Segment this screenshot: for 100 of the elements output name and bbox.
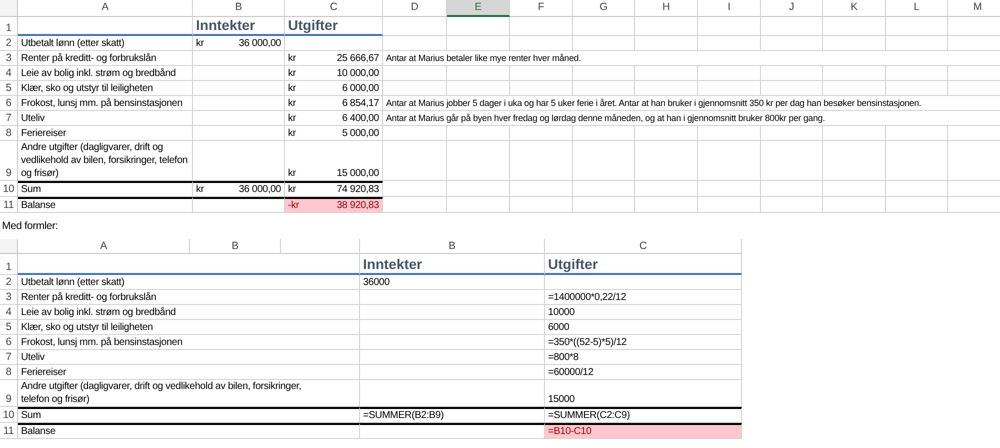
table-cell [698,141,761,181]
column-header[interactable]: C [285,0,383,17]
column-header[interactable]: A [18,239,190,254]
note-text: Antar at Marius går på byen hver fredag og lørdag denne måneden, og at han i gjennomsnitt bruker 800kr per gang. [386,112,825,125]
table-cell [635,181,698,197]
table-cell [447,17,510,36]
row-label: Utbetalt lønn (etter skatt) [21,276,124,289]
column-header[interactable]: B [193,0,285,17]
amount: 15 000,00 [336,167,379,180]
row-label: Feriereiser [21,127,66,140]
table-cell [886,17,948,36]
table-cell [823,141,886,181]
table-cell [761,141,823,181]
amount: 36 000,00 [238,183,281,196]
column-header[interactable]: M [948,0,1000,17]
amount: 6 400,00 [342,112,379,125]
table-cell [573,181,635,197]
row-label: Renter på kreditt- og forbrukslån [21,52,156,65]
row-label: Andre utgifter (dagligvarer, drift og vedlikehold av bilen, forsikringer, telefon og frisør) [21,141,189,180]
table-cell [886,181,948,197]
table-cell [447,141,510,181]
table-cell [447,181,510,197]
column-heading: Inntekter [363,256,422,273]
column-header[interactable]: J [761,0,823,17]
formula-text: 36000 [363,276,390,289]
select-all-corner[interactable] [0,0,18,17]
currency-unit: kr [288,112,296,125]
formula-text: =1400000*0,22/12 [548,291,626,304]
column-header[interactable]: H [635,0,698,17]
row-label: Leie av bolig inkl. strøm og bredbånd [21,67,176,80]
table-cell [510,197,573,213]
row-label: Uteliv [21,112,45,125]
table-cell [510,17,573,36]
currency-unit: -kr [288,199,299,212]
column-header[interactable]: E [447,0,510,17]
table-cell [573,197,635,213]
amount: 6 000,00 [342,82,379,95]
amount: 25 666,67 [336,52,379,65]
formula-text: =B10-C10 [548,425,592,438]
row-label: Klær, sko og utstyr til leiligheten [21,321,153,334]
row-label: Sum [21,409,41,422]
column-header[interactable] [281,239,360,254]
column-header[interactable]: I [698,0,761,17]
column-header[interactable]: K [823,0,886,17]
row-label: Frokost, lunsj mm. på bensinstasjonen [21,336,182,349]
formula-text: =60000/12 [548,366,594,379]
column-header[interactable]: F [510,0,573,17]
currency-unit: kr [288,97,296,110]
table-cell [383,197,447,213]
formula-text: 10000 [548,306,575,319]
currency-unit: kr [288,167,296,180]
formula-text: 6000 [548,321,570,334]
table-cell [698,197,761,213]
amount: 6 854,17 [342,97,379,110]
column-header[interactable]: B [190,239,281,254]
row-label: Andre utgifter (dagligvarer, drift og vedlikehold av bilen, forsikringer, telefon og frisør) [21,380,302,406]
table-cell [635,197,698,213]
table-cell [635,141,698,181]
column-header[interactable]: G [573,0,635,17]
note-text: Antar at Marius betaler like mye renter hver måned. [386,52,581,65]
table-cell [573,17,635,36]
table-cell [823,17,886,36]
row-label: Frokost, lunsj mm. på bensinstasjonen [21,97,182,110]
column-heading: Utgifter [548,256,598,273]
currency-unit: kr [196,183,204,196]
table-cell [761,17,823,36]
table-cell [698,17,761,36]
column-header[interactable]: L [886,0,948,17]
formula-text: =350*((52-5)*5)/12 [548,336,627,349]
amount: 10 000,00 [336,67,379,80]
table-cell [635,17,698,36]
column-heading: Inntekter [196,17,256,34]
table-cell [823,181,886,197]
amount: 74 920,83 [336,183,379,196]
table-cell [886,197,948,213]
amount: 5 000,00 [342,127,379,140]
table-cell [761,197,823,213]
formula-text: =800*8 [548,351,578,364]
select-all-corner[interactable] [0,239,18,254]
column-heading: Utgifter [288,17,338,34]
formula-text: 15000 [548,393,575,406]
row-label: Utbetalt lønn (etter skatt) [21,37,124,50]
formula-text: =SUMMER(B2:B9) [363,409,444,422]
row-label: Sum [21,183,41,196]
table-cell [573,141,635,181]
currency-unit: kr [288,127,296,140]
currency-unit: kr [288,82,296,95]
column-header[interactable]: C [545,239,742,254]
column-header[interactable]: A [18,0,193,17]
column-header[interactable]: D [383,0,447,17]
amount: 38 920,83 [336,199,379,212]
caption: Med formler: [1,219,59,234]
row-label: Renter på kreditt- og forbrukslån [21,291,156,304]
row-label: Balanse [21,199,56,212]
currency-unit: kr [288,183,296,196]
table-cell [698,181,761,197]
table-cell [886,141,948,181]
table-cell [761,181,823,197]
column-header[interactable]: B [360,239,545,254]
formula-text: =SUMMER(C2:C9) [548,409,630,422]
